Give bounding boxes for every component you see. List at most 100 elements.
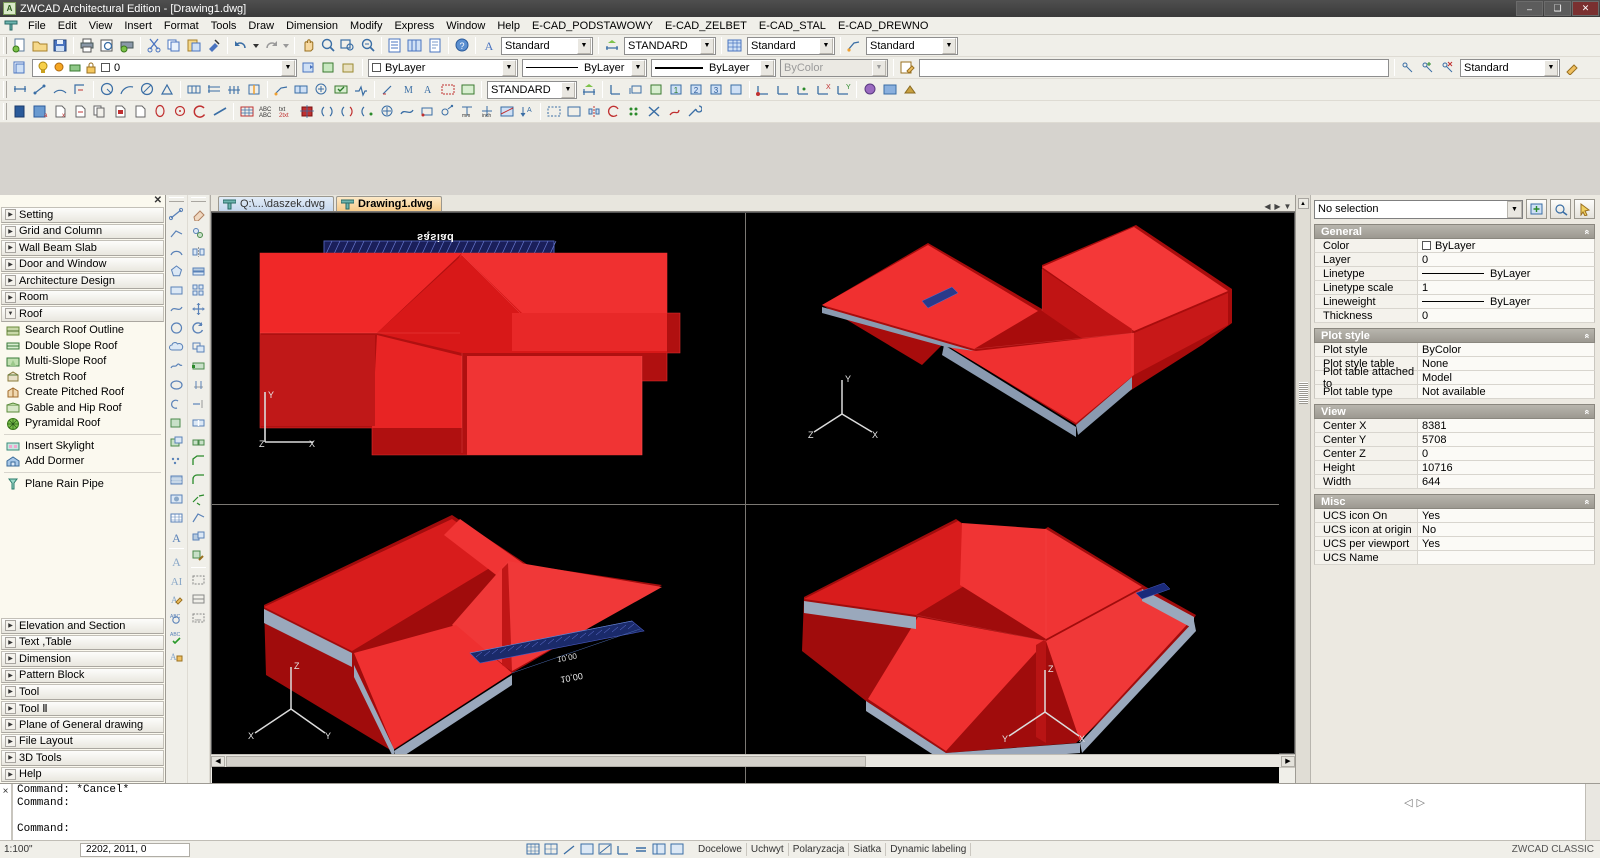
sidebar-group-dimension[interactable]: ▶ Dimension — [1, 651, 164, 667]
menu-window[interactable]: Window — [440, 19, 491, 33]
brush-icon[interactable] — [189, 546, 209, 565]
color-combo[interactable]: ByLayer ▼ — [368, 58, 518, 77]
property-row[interactable]: UCS icon at origin No — [1314, 523, 1595, 537]
chamfer-icon[interactable] — [189, 451, 209, 470]
chevron-down-icon[interactable]: ▼ — [281, 59, 295, 76]
text-abc-icon[interactable]: ABC ABC — [257, 102, 277, 121]
ucs-zaxis-icon[interactable] — [773, 80, 793, 99]
chevron-up-icon[interactable]: « — [1582, 499, 1592, 504]
sidebar-close-icon[interactable]: ✕ — [154, 195, 162, 206]
spellcheck-icon[interactable]: ABC — [167, 627, 187, 646]
sidebar-group-grid-and-column[interactable]: ▶ Grid and Column — [1, 223, 164, 239]
dim-continue-icon[interactable] — [224, 80, 244, 99]
sidebar-group-text-table[interactable]: ▶ Text ,Table — [1, 634, 164, 650]
mtext-icon[interactable]: A — [167, 527, 187, 546]
scroll-thumb[interactable] — [226, 756, 866, 767]
menu-ecad-podstawowy[interactable]: E-CAD_PODSTAWOWY — [526, 19, 659, 33]
dim-angular-icon[interactable] — [157, 80, 177, 99]
dim-linear-icon[interactable] — [10, 80, 30, 99]
panel-grip[interactable] — [1298, 382, 1308, 404]
new-icon[interactable] — [10, 36, 30, 55]
ucs-xrot-icon[interactable]: X — [813, 80, 833, 99]
style-edit-icon[interactable] — [1562, 58, 1582, 77]
dim-update-icon[interactable]: A — [418, 80, 438, 99]
drawing-canvas[interactable]: sąsiad Y X Z Y X Z 10,00 10,00 Z Y X Z X… — [211, 212, 1295, 786]
otrack-toggle-icon[interactable] — [614, 842, 631, 857]
chevron-down-icon[interactable]: ▼ — [819, 37, 833, 54]
arc-draw-icon[interactable] — [190, 102, 210, 121]
property-row[interactable]: Plot style ByColor — [1314, 343, 1595, 357]
viewport-top-right[interactable]: Y X Z — [746, 213, 1279, 504]
shade-icon[interactable] — [900, 80, 920, 99]
polar-toggle-icon[interactable] — [578, 842, 595, 857]
align-icon[interactable] — [189, 508, 209, 527]
paste-icon[interactable] — [184, 36, 204, 55]
lineweight-toggle-icon[interactable] — [632, 842, 649, 857]
export-icon[interactable]: x — [50, 102, 70, 121]
properties-edit-icon[interactable] — [897, 58, 917, 77]
revision-cloud-icon[interactable] — [437, 102, 457, 121]
scale-list-icon[interactable] — [497, 102, 517, 121]
menu-file[interactable]: File — [22, 19, 52, 33]
chevron-down-icon[interactable]: ▼ — [577, 37, 591, 54]
layer-manager-icon[interactable] — [10, 58, 30, 77]
menu-view[interactable]: View — [83, 19, 119, 33]
horizontal-scrollbar[interactable]: ◀ ▶ — [211, 754, 1295, 767]
property-row[interactable]: Center Y 5708 — [1314, 433, 1595, 447]
ellipse-icon[interactable] — [167, 375, 187, 394]
chevron-down-icon[interactable]: ▼ — [700, 37, 714, 54]
polyline-icon[interactable] — [167, 223, 187, 242]
help-icon[interactable]: ? — [452, 36, 472, 55]
property-row[interactable]: Linetype ByLayer — [1314, 267, 1595, 281]
tab-nav-close-icon[interactable]: ▼ — [1283, 202, 1292, 211]
menu-ecad-drewno[interactable]: E-CAD_DREWNO — [832, 19, 934, 33]
dim-radius-icon[interactable] — [97, 80, 117, 99]
array-object-icon[interactable] — [189, 280, 209, 299]
line-icon[interactable] — [167, 204, 187, 223]
ucs-icon-f[interactable]: 3 — [706, 80, 726, 99]
mirror-object-icon[interactable] — [189, 242, 209, 261]
dim-space-icon[interactable] — [244, 80, 264, 99]
property-row[interactable]: Height 10716 — [1314, 461, 1595, 475]
line-draw-icon[interactable] — [210, 102, 230, 121]
redo-dropdown-icon[interactable] — [281, 36, 291, 55]
tab-nav-left-icon[interactable]: ◀ — [1263, 202, 1272, 211]
fillet-icon[interactable] — [189, 470, 209, 489]
viewport-split-icon[interactable] — [189, 589, 209, 608]
selection-combo[interactable]: No selection ▼ — [1314, 199, 1523, 219]
property-row[interactable]: Color ByLayer — [1314, 239, 1595, 253]
join-icon[interactable] — [189, 432, 209, 451]
toolbar-grip[interactable] — [3, 59, 7, 76]
block-make-icon[interactable] — [167, 413, 187, 432]
block-insert-icon[interactable] — [297, 102, 317, 121]
save-as-icon[interactable]: a — [30, 102, 50, 121]
hatch-icon[interactable] — [237, 102, 257, 121]
wave-icon[interactable] — [167, 356, 187, 375]
command-nav-left-icon[interactable]: ◁ — [1404, 796, 1412, 809]
block-edit-a-icon[interactable] — [317, 102, 337, 121]
dim-jog-line-icon[interactable] — [351, 80, 371, 99]
ucs-icon-a[interactable] — [606, 80, 626, 99]
sidebar-group-roof[interactable]: ▼ Roof — [1, 306, 164, 322]
hatch-pattern-icon[interactable] — [167, 470, 187, 489]
chevron-down-icon[interactable]: ▼ — [1507, 200, 1522, 218]
layer-combo[interactable]: 0 ▼ — [32, 58, 297, 77]
explode-icon[interactable] — [664, 102, 684, 121]
linetype-combo[interactable]: ByLayer ▼ — [522, 58, 647, 77]
chevron-up-icon[interactable]: « — [1582, 333, 1592, 338]
sidebar-group-door-and-window[interactable]: ▶ Door and Window — [1, 256, 164, 272]
point-marker-icon[interactable] — [377, 102, 397, 121]
select-objects-button[interactable] — [1574, 199, 1595, 219]
chevron-down-icon[interactable]: ▼ — [942, 37, 956, 54]
text-style-combo[interactable]: Standard ▼ — [501, 36, 593, 55]
dim-ordinate-icon[interactable] — [70, 80, 90, 99]
layer-previous-icon[interactable] — [299, 58, 319, 77]
dim-baseline-icon[interactable] — [204, 80, 224, 99]
command-history[interactable]: Command: *Cancel* Command: Command: — [11, 784, 1585, 840]
grid-toggle-icon[interactable] — [524, 842, 541, 857]
sidebar-item-search-roof-outline[interactable]: Search Roof Outline — [0, 323, 165, 339]
sidebar-group-tool[interactable]: ▶ Tool Ⅱ — [1, 700, 164, 716]
point-style-a-icon[interactable] — [1398, 58, 1418, 77]
sidebar-group-architecture-design[interactable]: ▶ Architecture Design — [1, 273, 164, 289]
lineweight-combo[interactable]: ByLayer ▼ — [651, 58, 776, 77]
